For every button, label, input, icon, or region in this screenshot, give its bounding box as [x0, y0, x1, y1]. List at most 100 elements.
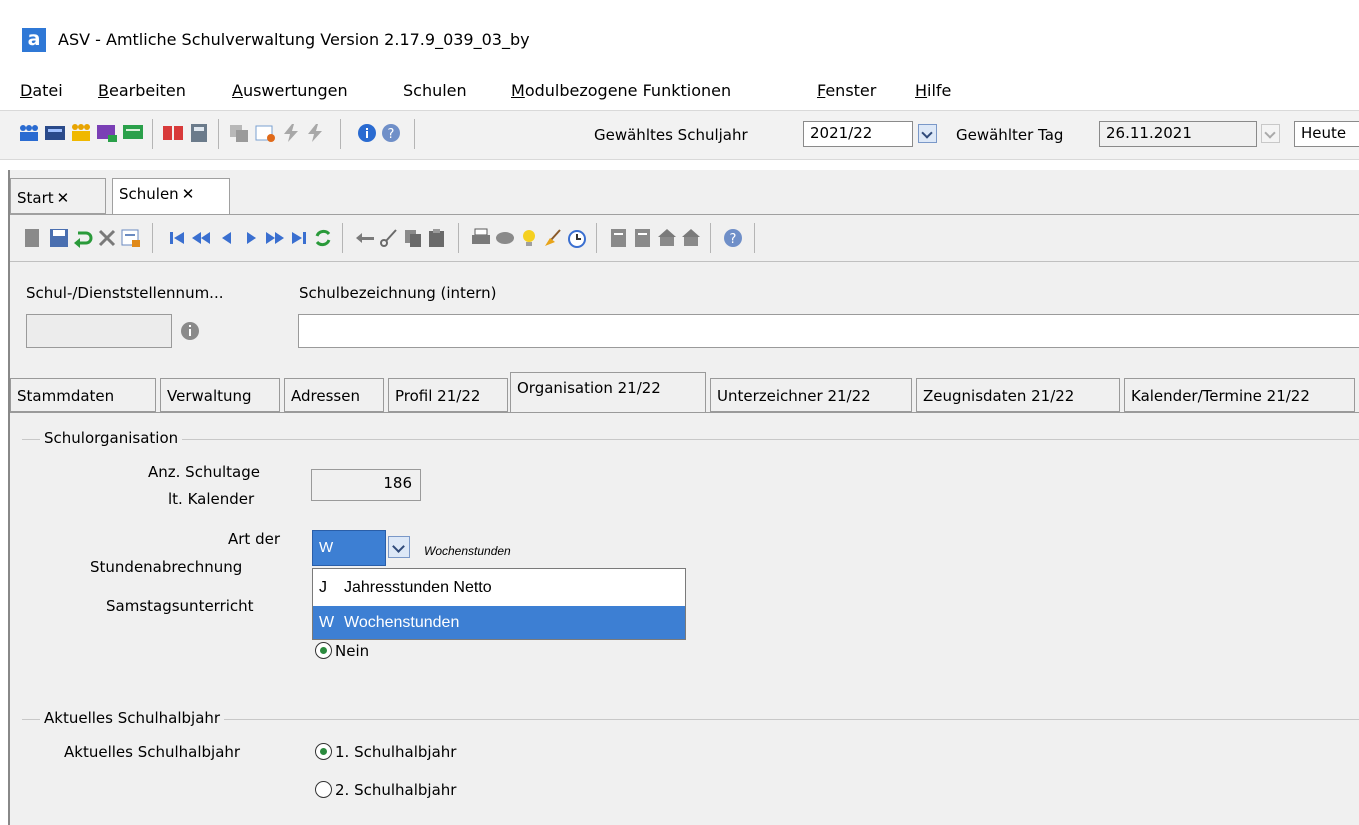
- menu-mnemonic: A: [232, 81, 243, 100]
- menu-label: odulbezogene Funktionen: [524, 81, 732, 100]
- window-title: ASV - Amtliche Schulverwaltung Version 2…: [58, 30, 530, 49]
- art-label-2: Stundenabrechnung: [90, 558, 243, 576]
- back-arrow-icon[interactable]: [354, 227, 376, 249]
- info-icon[interactable]: [180, 321, 200, 341]
- menu-schulen[interactable]: Schulen: [403, 81, 467, 100]
- tab-kalender-termine[interactable]: Kalender/Termine 21/22: [1124, 378, 1355, 412]
- refresh-icon[interactable]: [312, 227, 334, 249]
- schuljahr-combo[interactable]: 2021/22: [803, 121, 913, 147]
- people-group-icon[interactable]: [18, 123, 40, 143]
- art-label: Art der: [228, 530, 280, 548]
- tab-zeugnisdaten[interactable]: Zeugnisdaten 21/22: [916, 378, 1120, 412]
- toolbar-separator: [342, 223, 343, 253]
- stundenabrechnung-dropdown-button[interactable]: [388, 536, 410, 558]
- bezeichnung-label: Schulbezeichnung (intern): [299, 284, 497, 302]
- menu-mnemonic: H: [915, 81, 928, 100]
- document-settings-icon[interactable]: [254, 123, 276, 143]
- menu-bearbeiten[interactable]: Bearbeiten: [98, 81, 186, 100]
- copy-icon[interactable]: [402, 227, 424, 249]
- undo-icon[interactable]: [72, 227, 94, 249]
- dropdown-option-wochenstunden[interactable]: W Wochenstunden: [313, 606, 685, 639]
- tag-date-field[interactable]: 26.11.2021: [1099, 121, 1257, 147]
- previous-record-icon[interactable]: [216, 227, 238, 249]
- menu-bar: Datei Bearbeiten Auswertungen Schulen Mo…: [0, 75, 1359, 107]
- tab-label: Start: [17, 189, 54, 207]
- sub-tabs: Stammdaten Verwaltung Adressen Profil 21…: [10, 372, 1359, 412]
- cut-icon[interactable]: [378, 227, 400, 249]
- bezeichnung-field[interactable]: [298, 314, 1359, 348]
- fast-forward-icon[interactable]: [264, 227, 286, 249]
- save-icon[interactable]: [48, 227, 70, 249]
- fast-back-icon[interactable]: [190, 227, 212, 249]
- menu-label: ilfe: [927, 81, 952, 100]
- school-building-icon[interactable]: [680, 227, 702, 249]
- menu-datei[interactable]: Datei: [20, 81, 63, 100]
- schuljahr-dropdown-button[interactable]: [918, 124, 937, 143]
- halbjahr-2-radio[interactable]: [315, 781, 332, 798]
- school-building-icon[interactable]: [656, 227, 678, 249]
- tab-verwaltung[interactable]: Verwaltung: [160, 378, 280, 412]
- today-button[interactable]: Heute: [1294, 121, 1359, 147]
- lightbulb-icon[interactable]: [518, 227, 540, 249]
- nummer-field[interactable]: [26, 314, 172, 348]
- calculator-icon[interactable]: [188, 123, 210, 143]
- tab-unterzeichner[interactable]: Unterzeichner 21/22: [710, 378, 912, 412]
- menu-auswertungen[interactable]: Auswertungen: [232, 81, 348, 100]
- new-record-icon[interactable]: [22, 227, 44, 249]
- schultage-label-2: lt. Kalender: [168, 490, 255, 508]
- next-record-icon[interactable]: [240, 227, 262, 249]
- tab-start[interactable]: Start ✕: [10, 178, 106, 214]
- print-icon[interactable]: [470, 227, 492, 249]
- preview-eye-icon[interactable]: [494, 227, 516, 249]
- schultage-label: Anz. Schultage: [148, 463, 260, 481]
- close-icon[interactable]: ✕: [182, 185, 195, 203]
- red-book-icon[interactable]: [162, 123, 184, 143]
- lightning-disabled-icon[interactable]: [304, 123, 326, 143]
- alarm-clock-icon[interactable]: [566, 227, 588, 249]
- halbjahr-1-radio[interactable]: [315, 743, 332, 760]
- menu-mnemonic: B: [98, 81, 109, 100]
- stundenabrechnung-hint: Wochenstunden: [424, 544, 511, 558]
- paste-icon[interactable]: [426, 227, 448, 249]
- form-edit-icon[interactable]: [120, 227, 142, 249]
- help-icon[interactable]: ?: [722, 227, 744, 249]
- menu-fenster[interactable]: Fenster: [817, 81, 876, 100]
- report-list-icon[interactable]: [632, 227, 654, 249]
- tag-dropdown-button[interactable]: [1261, 124, 1280, 143]
- copy-disabled-icon[interactable]: [228, 123, 250, 143]
- delete-icon[interactable]: [96, 227, 118, 249]
- menu-mnemonic: M: [511, 81, 525, 100]
- tab-organisation[interactable]: Organisation 21/22: [510, 372, 706, 412]
- menu-modulbezogene-funktionen[interactable]: Modulbezogene Funktionen: [511, 81, 731, 100]
- schuljahr-label: Gewähltes Schuljahr: [594, 126, 748, 144]
- broom-icon[interactable]: [542, 227, 564, 249]
- tab-schulen[interactable]: Schulen ✕: [112, 178, 230, 214]
- tab-adressen[interactable]: Adressen: [284, 378, 384, 412]
- last-record-icon[interactable]: [288, 227, 310, 249]
- teachers-group-icon[interactable]: [70, 123, 92, 143]
- first-record-icon[interactable]: [166, 227, 188, 249]
- dropdown-option-jahresstunden[interactable]: J Jahresstunden Netto: [313, 571, 685, 604]
- samstag-nein-radio[interactable]: [315, 642, 332, 659]
- purple-notes-icon[interactable]: [96, 123, 118, 143]
- info-icon[interactable]: [356, 123, 378, 143]
- stundenabrechnung-combo[interactable]: W: [312, 530, 386, 566]
- close-icon[interactable]: ✕: [57, 189, 70, 207]
- halbjahr-1-label: 1. Schulhalbjahr: [335, 743, 457, 761]
- lightning-disabled-icon[interactable]: [280, 123, 302, 143]
- green-message-icon[interactable]: [122, 123, 144, 143]
- toolbar-separator: [152, 223, 153, 253]
- toolbar-separator: [596, 223, 597, 253]
- samstag-label: Samstagsunterricht: [106, 597, 254, 615]
- report-list-icon[interactable]: [608, 227, 630, 249]
- tag-label: Gewählter Tag: [956, 126, 1064, 144]
- tab-profil[interactable]: Profil 21/22: [388, 378, 508, 412]
- menu-label: enster: [825, 81, 877, 100]
- toolbar-separator: [710, 223, 711, 253]
- option-code: J: [319, 579, 327, 596]
- class-board-icon[interactable]: [44, 123, 66, 143]
- samstag-nein-label: Nein: [335, 642, 370, 660]
- menu-hilfe[interactable]: Hilfe: [915, 81, 951, 100]
- tab-stammdaten[interactable]: Stammdaten: [10, 378, 156, 412]
- help-icon[interactable]: ?: [380, 123, 402, 143]
